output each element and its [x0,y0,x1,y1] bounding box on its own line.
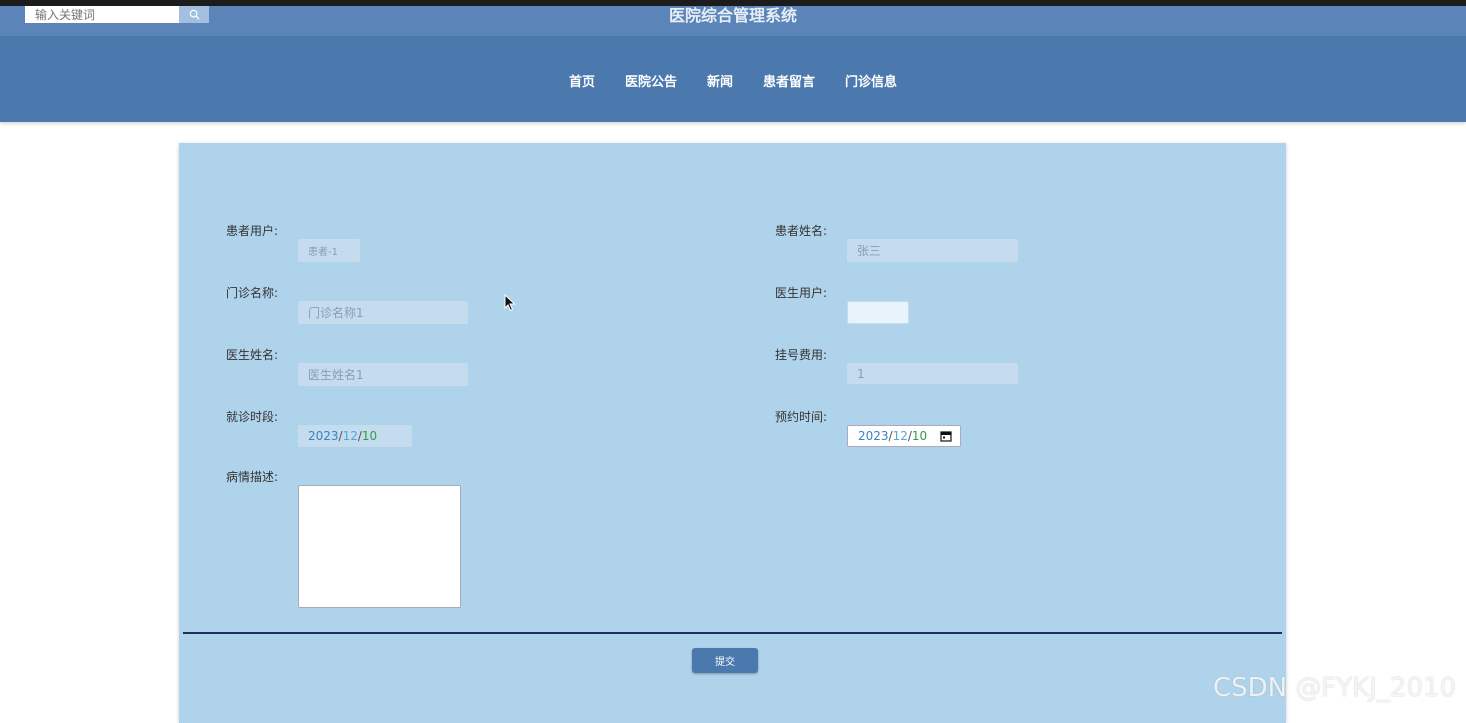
search-button[interactable] [179,6,209,23]
doctor-user-label: 医生用户: [775,286,828,300]
form-divider [183,632,1282,634]
visit-period-day: 10 [361,429,378,443]
fee-field[interactable]: 1 [847,363,1018,384]
form-panel: 患者用户: 患者-1 患者姓名: 张三 门诊名称: 门诊名称1 医生用户: 医生… [179,143,1286,723]
appointment-time-label: 预约时间: [775,410,828,424]
nav-item-news[interactable]: 新闻 [692,71,748,90]
site-title: 医院综合管理系统 [668,6,797,25]
main-navbar: 首页 医院公告 新闻 患者留言 门诊信息 [0,36,1466,122]
appointment-time-year: 2023 [858,429,889,443]
visit-period-month: 12 [342,429,358,443]
appointment-time-day: 10 [911,429,928,443]
search-icon [189,9,200,20]
clinic-name-field[interactable]: 门诊名称1 [298,301,468,324]
patient-name-label: 患者姓名: [775,224,828,238]
fee-label: 挂号费用: [775,348,828,362]
visit-period-year: 2023 [308,429,339,443]
clinic-name-label: 门诊名称: [226,286,279,300]
appointment-time-month: 12 [892,429,908,443]
patient-name-field[interactable]: 张三 [847,239,1018,262]
condition-label: 病情描述: [226,470,279,484]
mouse-cursor-icon [504,294,516,312]
nav-item-clinic-info[interactable]: 门诊信息 [830,71,912,90]
header-bar: 医院综合管理系统 [0,6,1466,36]
visit-period-field[interactable]: 2023/12/10 [298,425,412,447]
doctor-user-field[interactable] [847,301,909,324]
nav-list: 首页 医院公告 新闻 患者留言 门诊信息 [0,71,1466,90]
nav-item-home[interactable]: 首页 [554,71,610,90]
doctor-name-label: 医生姓名: [226,348,279,362]
submit-button[interactable]: 提交 [692,648,758,673]
doctor-name-field[interactable]: 医生姓名1 [298,363,468,386]
condition-textarea[interactable] [298,485,461,608]
appointment-time-field[interactable]: 2023/12/10 [847,425,961,447]
search-input[interactable] [25,6,179,23]
calendar-icon[interactable] [940,430,952,442]
watermark: CSDN @FYKJ_2010 [1213,673,1457,703]
patient-user-field[interactable]: 患者-1 [298,239,360,262]
visit-period-label: 就诊时段: [226,410,279,424]
nav-item-announcements[interactable]: 医院公告 [610,71,692,90]
patient-user-label: 患者用户: [226,224,279,238]
nav-item-patient-messages[interactable]: 患者留言 [748,71,830,90]
